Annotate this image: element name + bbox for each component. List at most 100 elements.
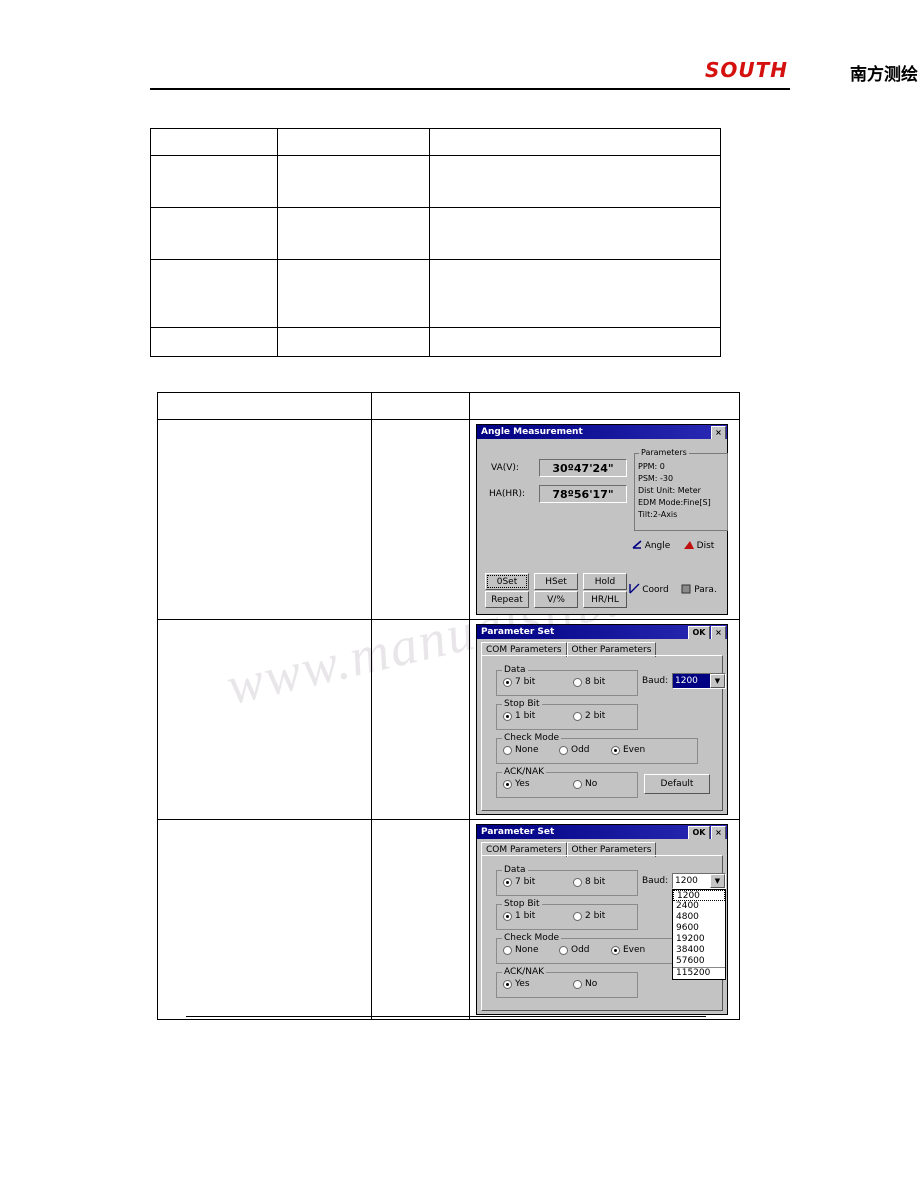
brand-south-logo: SOUTH — [704, 58, 788, 82]
baud-option-1200[interactable]: 1200 — [673, 890, 725, 901]
radio-yes[interactable]: Yes — [503, 779, 530, 789]
chevron-down-icon[interactable]: ▼ — [710, 674, 725, 688]
radio-1bit[interactable]: 1 bit — [503, 911, 535, 921]
stopbit-legend: Stop Bit — [502, 699, 542, 709]
key-angle[interactable]: Angle — [629, 535, 673, 557]
radio-7bit[interactable]: 7 bit — [503, 677, 535, 687]
checkmode-group: Check Mode None Odd Even — [496, 933, 698, 964]
data-legend: Data — [502, 665, 528, 675]
radio-2bit[interactable]: 2 bit — [573, 711, 605, 721]
radio-yes-label: Yes — [515, 779, 530, 789]
radio-none[interactable]: None — [503, 745, 538, 755]
key-coord[interactable]: Coord — [627, 579, 671, 601]
ok-button[interactable]: OK — [688, 826, 710, 840]
titlebar-buttons: × — [711, 426, 726, 440]
key-para-label: Para. — [694, 585, 717, 595]
radio-dot — [503, 911, 512, 921]
radio-2bit[interactable]: 2 bit — [573, 911, 605, 921]
baud-combo[interactable]: 1200 ▼ — [672, 673, 726, 689]
window-title: Parameter Set — [481, 627, 555, 637]
table-row: Parameter Set OK × COM Parameters Other … — [157, 619, 740, 820]
param-psm: PSM: -30 — [638, 474, 674, 483]
parameters-group: Parameters PPM: 0 PSM: -30 Dist Unit: Me… — [634, 448, 728, 531]
softkey-0set[interactable]: 0Set — [485, 573, 529, 590]
tab-panel: Data 7 bit 8 bit Stop Bit 1 bit 2 bit Ch… — [481, 855, 726, 1011]
table-one — [150, 128, 721, 357]
radio-1bit[interactable]: 1 bit — [503, 711, 535, 721]
radio-8bit[interactable]: 8 bit — [573, 877, 605, 887]
default-button[interactable]: Default — [644, 774, 710, 794]
radio-dot — [573, 677, 582, 687]
radio-no[interactable]: No — [573, 779, 597, 789]
baud-value: 1200 — [673, 674, 710, 688]
titlebar-buttons: OK × — [688, 826, 726, 840]
key-dist[interactable]: Dist — [677, 535, 721, 557]
table-row — [150, 155, 721, 208]
ha-label: HA(HR): — [489, 489, 525, 499]
baud-option-4800[interactable]: 4800 — [673, 912, 725, 923]
radio-none-label: None — [515, 945, 539, 955]
radio-even[interactable]: Even — [611, 745, 645, 755]
checkmode-legend: Check Mode — [502, 733, 562, 743]
window-titlebar: Parameter Set OK × — [477, 825, 727, 840]
acknak-group: ACK/NAK Yes No — [496, 767, 638, 798]
radio-even[interactable]: Even — [611, 945, 645, 955]
angle-icon — [632, 539, 643, 553]
cell — [150, 155, 278, 208]
stopbit-legend: Stop Bit — [502, 899, 542, 909]
softkey-hold[interactable]: Hold — [583, 573, 627, 590]
cell — [429, 207, 721, 260]
radio-odd-label: Odd — [571, 745, 590, 755]
chevron-down-icon[interactable]: ▼ — [710, 874, 725, 888]
cell — [150, 259, 278, 328]
baud-option-57600[interactable]: 57600 — [673, 956, 725, 967]
cell — [429, 128, 721, 156]
softkey-repeat[interactable]: Repeat — [485, 591, 529, 608]
close-icon[interactable]: × — [711, 626, 726, 640]
data-group: Data 7 bit 8 bit — [496, 665, 638, 696]
softkey-hset[interactable]: HSet — [534, 573, 578, 590]
brand-chinese-name: 南方测绘 — [850, 65, 918, 85]
radio-no-label: No — [585, 979, 598, 989]
parameter-set-body: COM Parameters Other Parameters Data 7 b… — [477, 839, 727, 1014]
baud-option-9600[interactable]: 9600 — [673, 923, 725, 934]
radio-no[interactable]: No — [573, 979, 597, 989]
cell — [150, 207, 278, 260]
radio-yes[interactable]: Yes — [503, 979, 530, 989]
radio-2bit-label: 2 bit — [585, 711, 606, 721]
table-row: Angle Measurement × VA(V): 30º47'24" HA(… — [157, 419, 740, 620]
close-icon[interactable]: × — [711, 826, 726, 840]
ok-button[interactable]: OK — [688, 626, 710, 640]
radio-dot — [573, 979, 582, 989]
ha-value: 78º56'17" — [539, 485, 627, 503]
radio-odd[interactable]: Odd — [559, 745, 590, 755]
dist-icon — [683, 539, 695, 553]
baud-option-38400[interactable]: 38400 — [673, 945, 725, 956]
key-para[interactable]: Para. — [677, 579, 721, 601]
radio-8bit[interactable]: 8 bit — [573, 677, 605, 687]
radio-no-label: No — [585, 779, 598, 789]
cell — [277, 207, 430, 260]
softkey-vpct[interactable]: V/% — [534, 591, 578, 608]
radio-none[interactable]: None — [503, 945, 538, 955]
baud-combo[interactable]: 1200 ▼ — [672, 873, 726, 889]
baud-option-115200[interactable]: 115200 — [673, 967, 725, 979]
cell — [157, 392, 372, 420]
radio-7bit[interactable]: 7 bit — [503, 877, 535, 887]
stopbit-group: Stop Bit 1 bit 2 bit — [496, 899, 638, 930]
acknak-legend: ACK/NAK — [502, 767, 547, 777]
close-icon[interactable]: × — [711, 426, 726, 440]
cell — [429, 259, 721, 328]
baud-option-19200[interactable]: 19200 — [673, 934, 725, 945]
baud-value: 1200 — [675, 876, 698, 886]
table-row — [157, 392, 740, 420]
radio-yes-label: Yes — [515, 979, 530, 989]
softkey-hrhl[interactable]: HR/HL — [583, 591, 627, 608]
cell — [469, 392, 740, 420]
baud-option-2400[interactable]: 2400 — [673, 901, 725, 912]
radio-odd[interactable]: Odd — [559, 945, 590, 955]
baud-dropdown-list[interactable]: 1200 2400 4800 9600 19200 38400 57600 11… — [672, 889, 726, 980]
titlebar-buttons: OK × — [688, 626, 726, 640]
window-titlebar: Parameter Set OK × — [477, 625, 727, 640]
checkmode-legend: Check Mode — [502, 933, 562, 943]
